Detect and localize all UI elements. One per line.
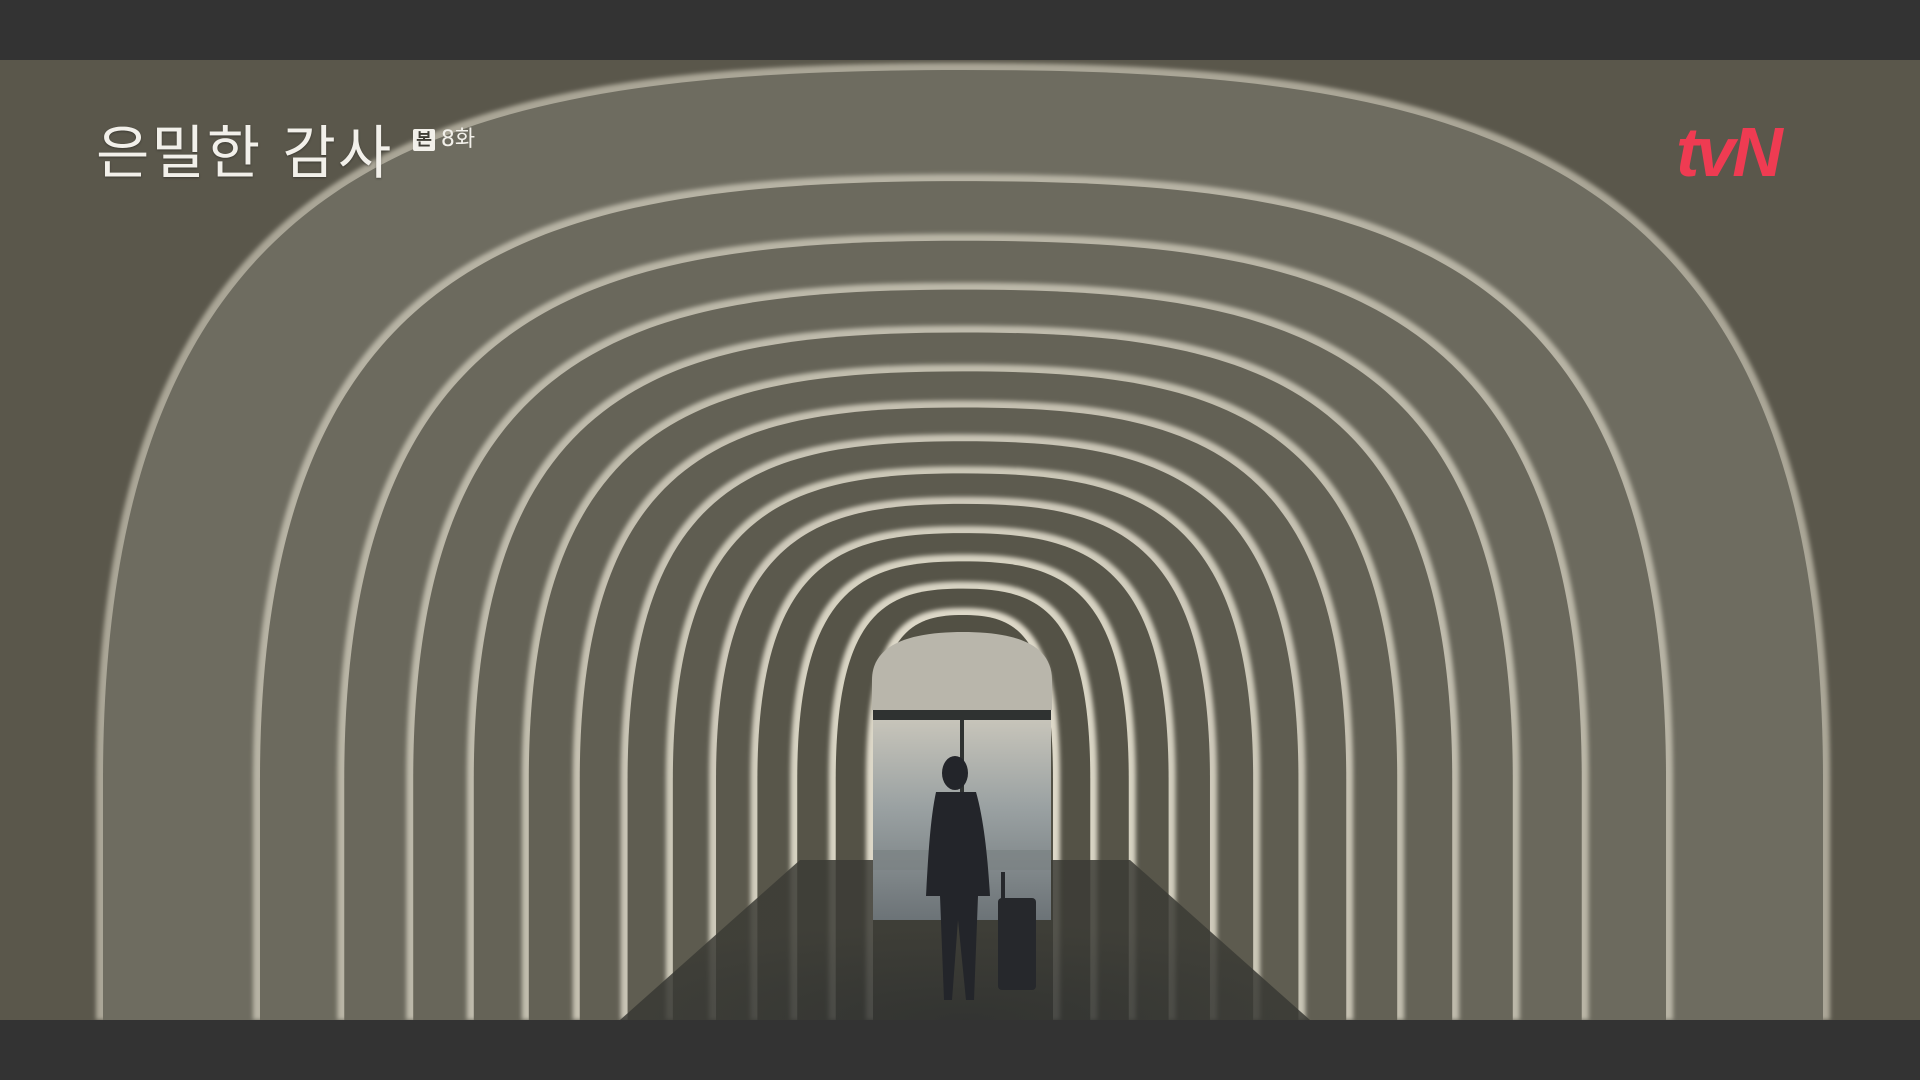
- episode-badge: 본: [413, 129, 435, 151]
- arched-corridor-illustration: [0, 60, 1920, 1020]
- title-overlay: 은밀한 감사 본 8화: [96, 122, 475, 184]
- video-frame: 은밀한 감사 본 8화 tvN: [0, 0, 1920, 1080]
- letterbox-top: [0, 0, 1920, 60]
- episode-number: 8화: [440, 127, 476, 152]
- suitcase: [998, 898, 1036, 990]
- episode-indicator: 본 8화: [413, 128, 475, 152]
- suitcase-handle: [1001, 872, 1005, 900]
- corridor-scene: 은밀한 감사 본 8화 tvN: [0, 60, 1920, 1020]
- doorway-transom: [872, 632, 1052, 710]
- door-frame-top: [873, 710, 1051, 720]
- figure-head: [942, 756, 968, 790]
- channel-logo: tvN: [1676, 113, 1783, 191]
- show-title: 은밀한 감사: [96, 119, 394, 187]
- letterbox-bottom: [0, 1020, 1920, 1080]
